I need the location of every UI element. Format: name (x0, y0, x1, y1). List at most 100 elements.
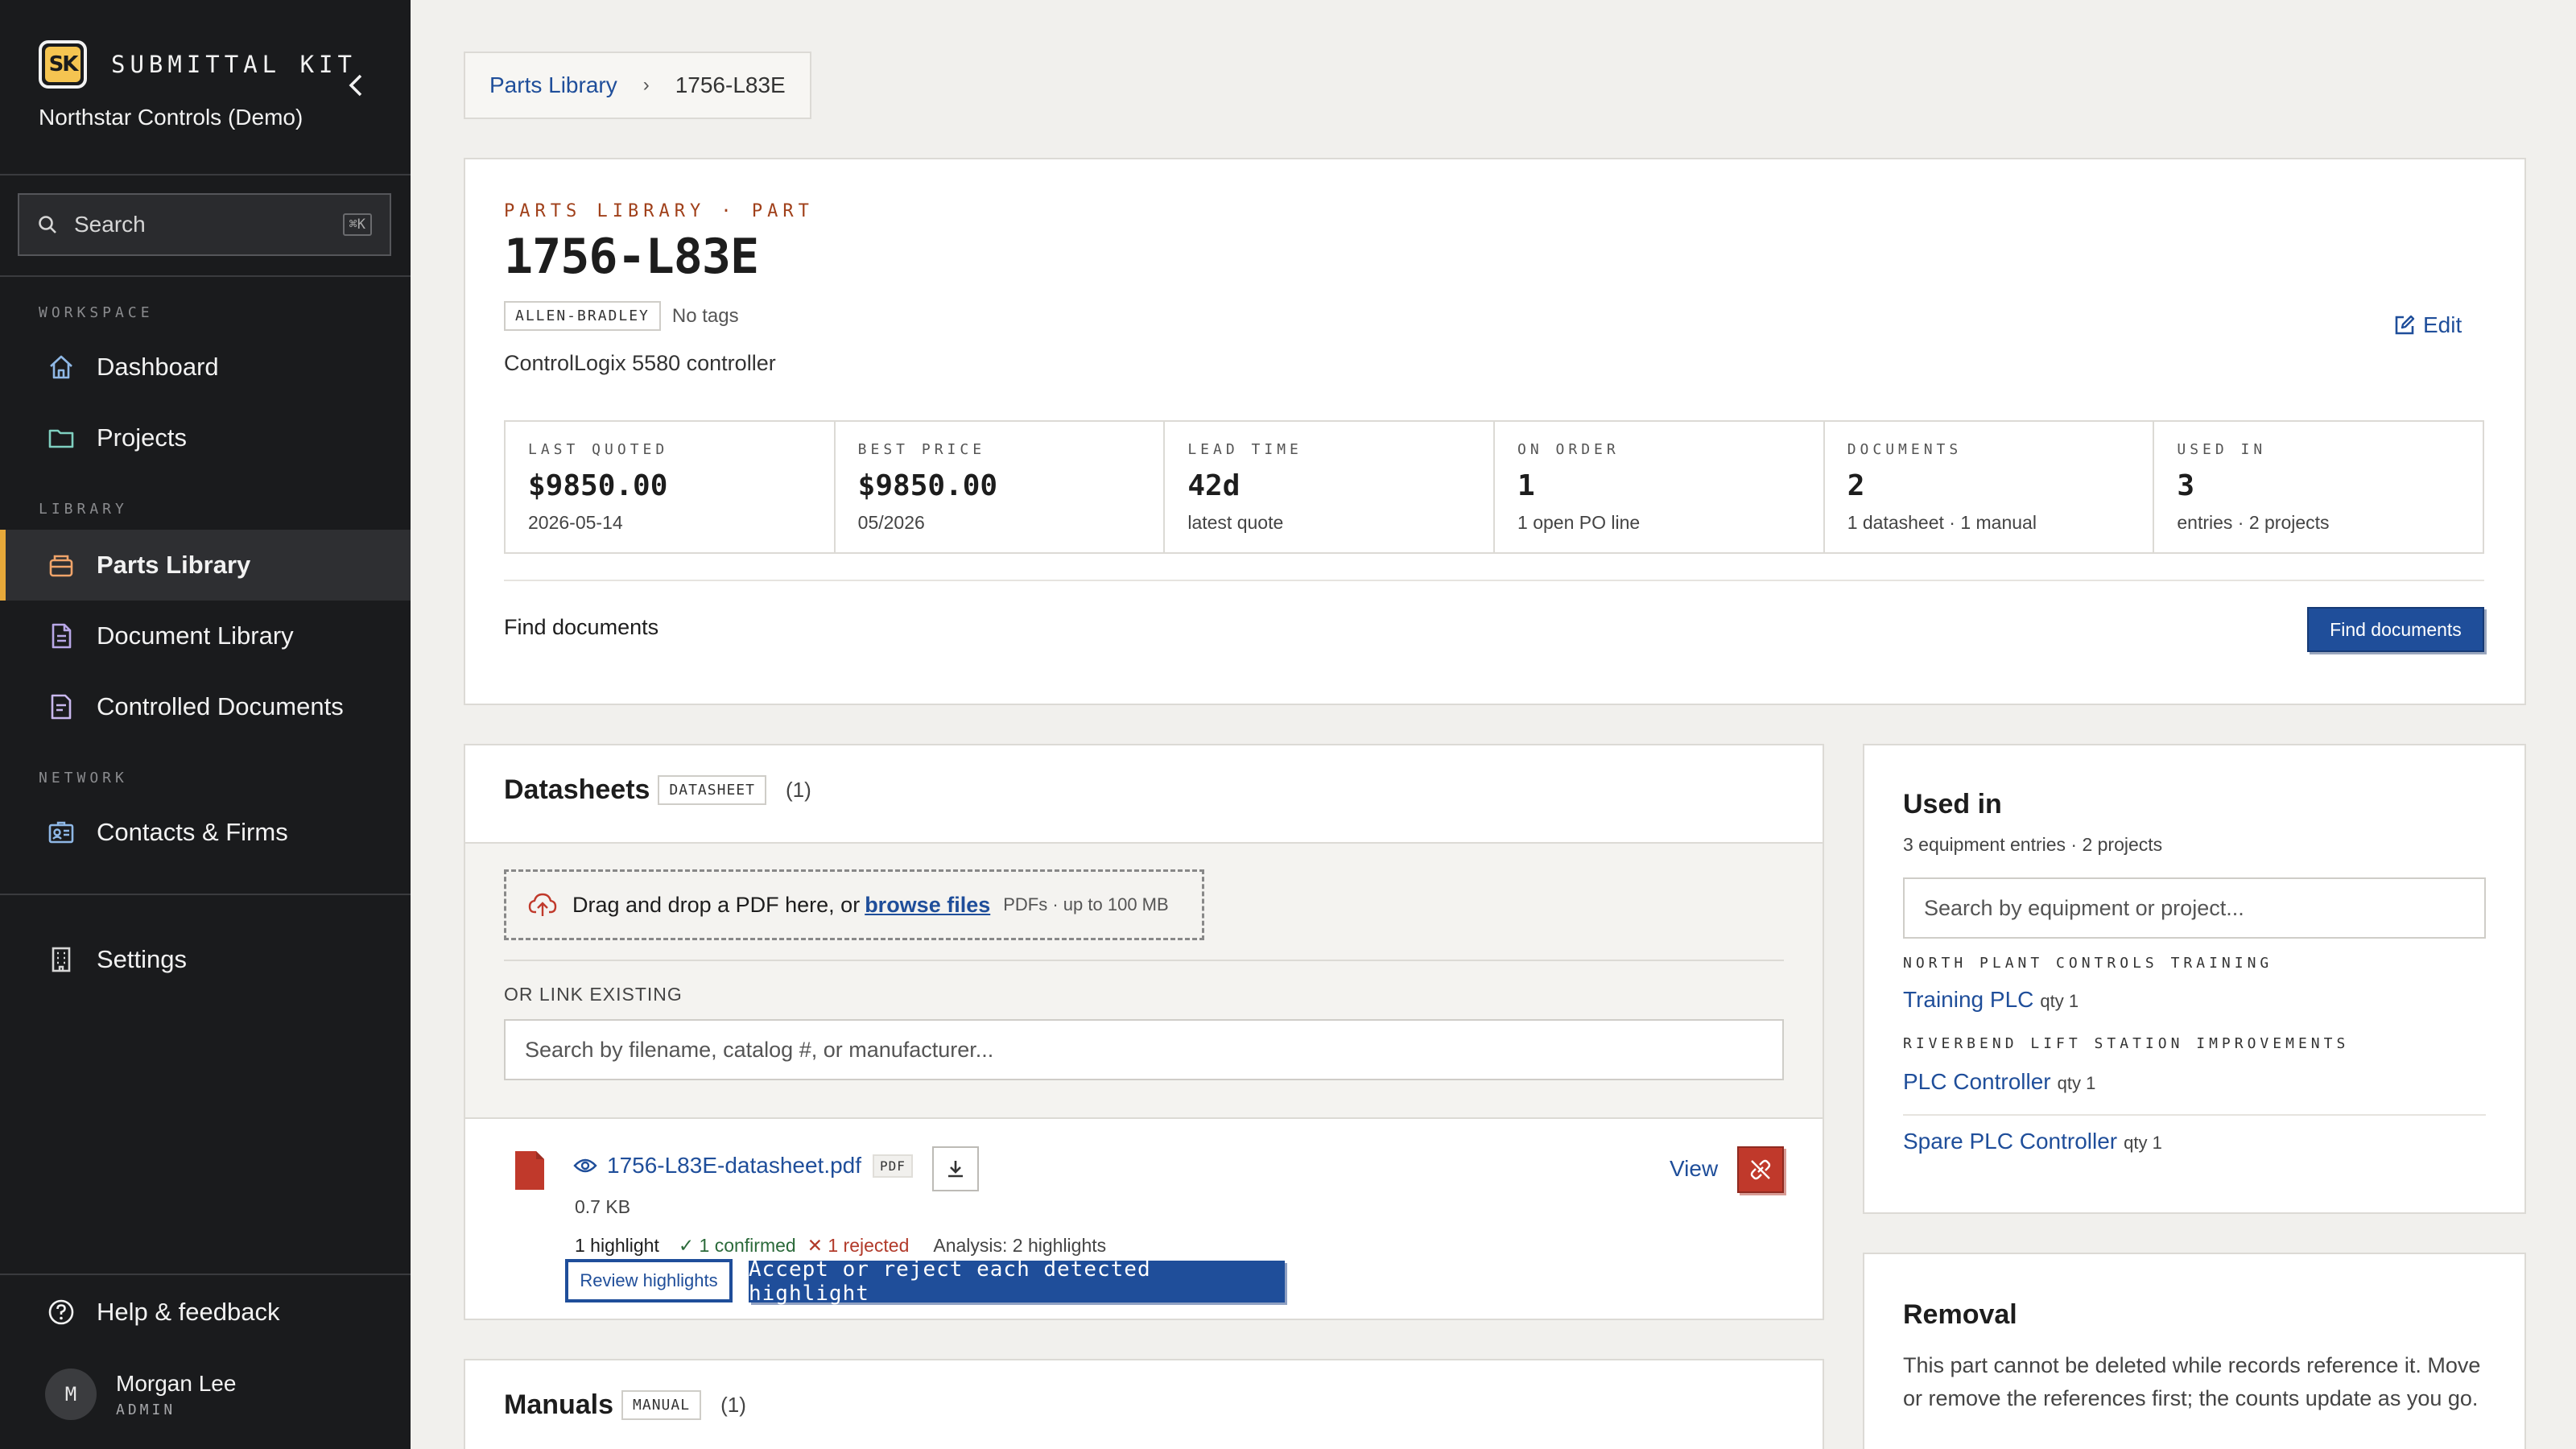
stat-value: 42d (1187, 469, 1241, 502)
collapse-sidebar-button[interactable] (341, 71, 370, 100)
stat-lead-time: LEAD TIME 42d latest quote (1165, 422, 1496, 552)
sidebar-item-label: Dashboard (97, 353, 219, 381)
manual-tag: MANUAL (621, 1390, 702, 1420)
sidebar-item-label: Settings (97, 945, 188, 973)
user-role: ADMIN (116, 1401, 176, 1418)
stat-sub: latest quote (1187, 512, 1284, 533)
part-overline: PARTS LIBRARY · PART (504, 201, 814, 221)
manuals-title: Manuals (504, 1389, 614, 1420)
stat-documents: DOCUMENTS 2 1 datasheet · 1 manual (1825, 422, 2155, 552)
divider (504, 960, 1784, 961)
datasheets-title: Datasheets (504, 774, 650, 805)
used-in-subtitle: 3 equipment entries · 2 projects (1903, 834, 2163, 855)
part-description: ControlLogix 5580 controller (504, 351, 776, 375)
help-feedback-link[interactable]: Help & feedback (0, 1277, 411, 1348)
sidebar-item-label: Controlled Documents (97, 692, 344, 720)
browse-files-link[interactable]: browse files (865, 893, 990, 918)
link-existing-search-input[interactable]: Search by filename, catalog #, or manufa… (504, 1019, 1784, 1080)
manufacturer-chip[interactable]: ALLEN-BRADLEY (504, 301, 661, 331)
stat-value: 1 (1517, 469, 1535, 502)
removal-text: This part cannot be deleted while record… (1903, 1353, 2481, 1410)
datasheet-tag: DATASHEET (658, 775, 766, 805)
contact-card-icon (45, 816, 77, 848)
stat-label: LEAD TIME (1187, 441, 1302, 458)
sidebar-divider (0, 1274, 411, 1275)
find-documents-button[interactable]: Find documents (2307, 607, 2484, 652)
view-file-link[interactable]: View (1670, 1156, 1718, 1182)
list-item: PLC Controller qty 1 (1903, 1069, 2095, 1095)
datasheets-count: (1) (785, 778, 811, 802)
home-icon (45, 351, 77, 383)
stat-label: BEST PRICE (857, 441, 986, 458)
datasheet-file-link[interactable]: 1756-L83E-datasheet.pdf (607, 1153, 861, 1179)
user-menu[interactable]: M Morgan Lee ADMIN (45, 1368, 236, 1420)
pdf-file-icon (515, 1151, 544, 1190)
help-icon (45, 1296, 77, 1328)
document-icon (45, 620, 77, 652)
sidebar: SK SUBMITTAL KIT Northstar Controls (Dem… (0, 0, 411, 1449)
download-button[interactable] (932, 1146, 979, 1191)
divider (504, 580, 2484, 581)
sidebar-item-label: Projects (97, 423, 187, 452)
sidebar-item-settings[interactable]: Settings (0, 924, 411, 995)
stat-sub: 2026-05-14 (528, 512, 623, 533)
sidebar-divider (0, 275, 411, 277)
search-input[interactable]: Search ⌘K (18, 193, 391, 256)
list-item: Training PLC qty 1 (1903, 987, 2079, 1013)
search-label: Search (74, 212, 146, 237)
stat-label: ON ORDER (1517, 441, 1620, 458)
used-in-search-input[interactable]: Search by equipment or project... (1903, 877, 2486, 939)
stat-label: DOCUMENTS (1847, 441, 1963, 458)
sidebar-item-projects[interactable]: Projects (0, 402, 411, 473)
highlight-count: 1 highlight (575, 1235, 659, 1256)
removal-title: Removal (1903, 1299, 2017, 1330)
stats-grid: LAST QUOTED $9850.00 2026-05-14 BEST PRI… (504, 420, 2484, 554)
stat-value: 3 (2177, 469, 2195, 502)
review-highlights-button[interactable]: Review highlights (565, 1259, 733, 1302)
sidebar-divider (0, 894, 411, 895)
breadcrumb-current: 1756-L83E (675, 72, 786, 97)
equipment-qty: qty 1 (2040, 991, 2079, 1011)
sidebar-item-document-library[interactable]: Document Library (0, 601, 411, 671)
equipment-link[interactable]: Training PLC (1903, 987, 2033, 1013)
file-size: 0.7 KB (575, 1196, 631, 1217)
parts-box-icon (45, 549, 77, 581)
find-documents-label: Find documents (504, 615, 659, 639)
link-existing-label: OR LINK EXISTING (504, 984, 683, 1005)
sidebar-item-controlled-documents[interactable]: Controlled Documents (0, 671, 411, 742)
edit-button[interactable]: Edit (2392, 312, 2462, 338)
stat-sub: 1 datasheet · 1 manual (1847, 512, 2037, 533)
help-label: Help & feedback (97, 1298, 280, 1326)
breadcrumb: Parts Library › 1756-L83E (464, 52, 811, 119)
sidebar-divider (0, 174, 411, 175)
stat-label: LAST QUOTED (528, 441, 669, 458)
equipment-link[interactable]: Spare PLC Controller (1903, 1129, 2117, 1154)
user-name: Morgan Lee (116, 1370, 237, 1396)
sidebar-item-contacts-firms[interactable]: Contacts & Firms (0, 797, 411, 868)
edit-icon (2395, 315, 2415, 335)
upload-cloud-icon (528, 893, 557, 916)
tags-text: No tags (671, 304, 739, 327)
manuals-count: (1) (720, 1393, 746, 1417)
stat-label: USED IN (2177, 441, 2267, 458)
stat-sub: 1 open PO line (1517, 512, 1641, 533)
project-group-label: NORTH PLANT CONTROLS TRAINING (1903, 955, 2273, 972)
unlink-file-button[interactable] (1737, 1146, 1784, 1193)
unlink-icon (1750, 1159, 1771, 1180)
breadcrumb-parts-library[interactable]: Parts Library (489, 72, 617, 98)
brand[interactable]: SK SUBMITTAL KIT (39, 40, 357, 89)
pdf-dropzone[interactable]: Drag and drop a PDF here, or browse file… (504, 869, 1204, 940)
sidebar-item-dashboard[interactable]: Dashboard (0, 332, 411, 402)
stat-value: $9850.00 (857, 469, 998, 502)
used-in-title: Used in (1903, 789, 2002, 819)
section-label-network: NETWORK (39, 770, 128, 786)
project-group-label: RIVERBEND LIFT STATION IMPROVEMENTS (1903, 1035, 2350, 1052)
equipment-link[interactable]: PLC Controller (1903, 1069, 2051, 1095)
folder-icon (45, 422, 77, 454)
sidebar-item-parts-library[interactable]: Parts Library (0, 530, 411, 601)
brand-logo: SK (39, 40, 87, 89)
stat-last-quoted: LAST QUOTED $9850.00 2026-05-14 (506, 422, 836, 552)
search-icon (39, 216, 56, 233)
dropzone-hint: PDFs · up to 100 MB (1003, 894, 1169, 914)
stat-sub: entries · 2 projects (2177, 512, 2330, 533)
